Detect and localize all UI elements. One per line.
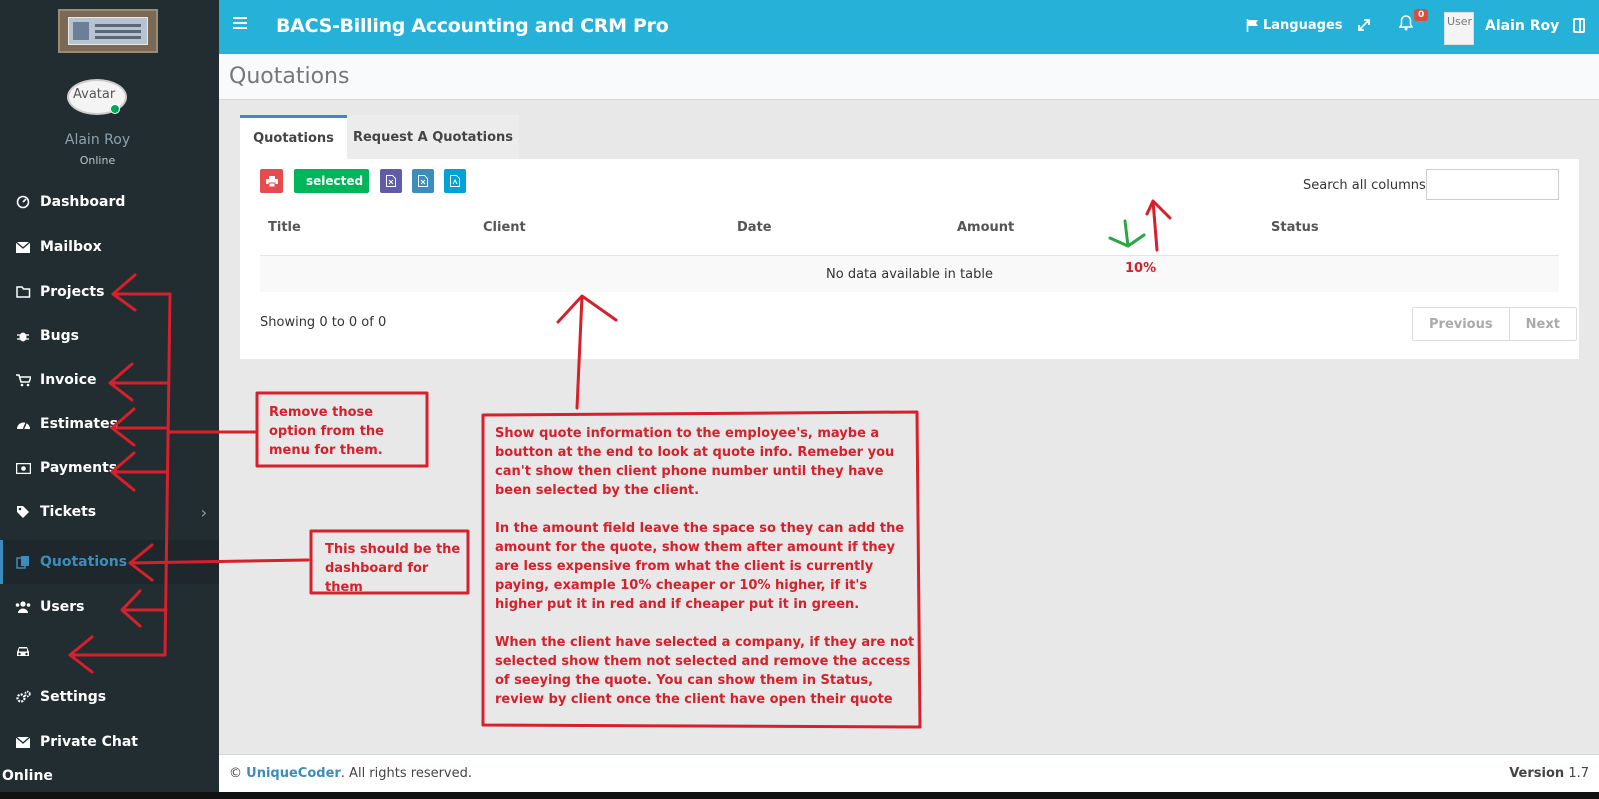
annotation-paragraph: In the amount field leave the space so t… bbox=[495, 521, 905, 612]
annotation-note-quote-info: Show quote information to the employee's… bbox=[495, 424, 915, 709]
annotation-percent: 10% bbox=[1125, 261, 1157, 276]
annotation-paragraph: Show quote information to the employee's… bbox=[495, 426, 895, 498]
annotation-note-remove-options: Remove those option from the menu for th… bbox=[269, 405, 384, 458]
annotation-paragraph: When the client have selected a company,… bbox=[495, 635, 915, 707]
annotation-note-dashboard: This should be the dashboard for them bbox=[325, 542, 461, 595]
